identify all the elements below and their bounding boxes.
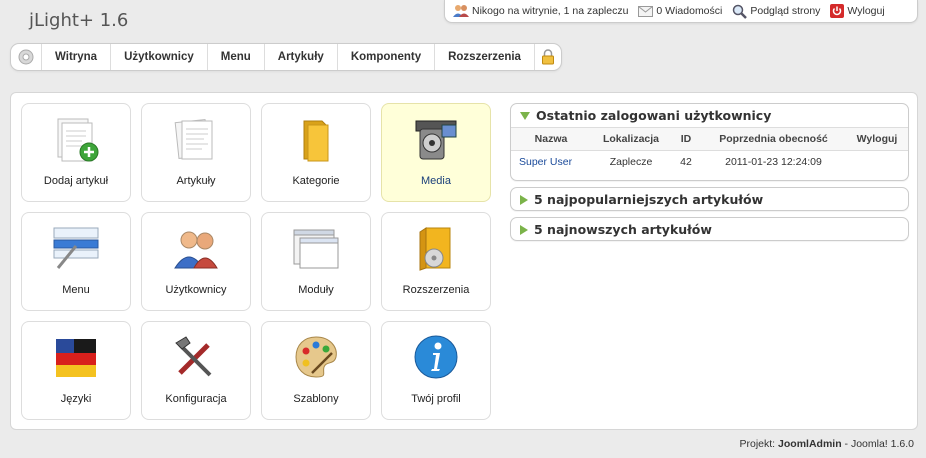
column-header: Lokalizacja [591, 127, 671, 151]
footer-brand: JoomlAdmin [778, 438, 842, 450]
tile-label: Menu [62, 284, 90, 296]
triangle-right-icon [520, 194, 528, 205]
user-last-visit: 2011-01-23 12:24:09 [725, 156, 822, 169]
tile-label: Artykuły [176, 175, 216, 187]
tile-profile[interactable]: Twój profil [381, 321, 491, 420]
tile-label: Dodaj artykuł [43, 175, 109, 187]
tile-label: Twój profil [411, 393, 461, 405]
footer-suffix: - Joomla! 1.6.0 [844, 438, 914, 450]
tile-categories[interactable]: Kategorie [261, 103, 371, 202]
menu-item-komponenty[interactable]: Komponenty [338, 44, 436, 70]
menu-icon [50, 222, 102, 274]
main-menu-bar: Witryna Użytkownicy Menu Artykuły Kompon… [10, 43, 562, 71]
menu-item-uzytkownicy[interactable]: Użytkownicy [111, 44, 208, 70]
control-panel: Dodaj artykuł Artykuły Kategorie Media M… [10, 92, 918, 430]
tile-label: Użytkownicy [165, 284, 227, 296]
column-header: ID [671, 127, 701, 151]
tile-label: Kategorie [292, 175, 340, 187]
logged-users-module: Ostatnio zalogowani użytkownicy Nazwa Lo… [510, 103, 909, 181]
modules-icon [290, 222, 342, 274]
module-title: Ostatnio zalogowani użytkownicy [536, 108, 772, 123]
triangle-right-icon [520, 224, 528, 235]
users-icon [453, 5, 469, 17]
tile-configuration[interactable]: Konfiguracja [141, 321, 251, 420]
tile-label: Moduły [298, 284, 334, 296]
messages-link[interactable]: 0 Wiadomości [638, 5, 722, 17]
table-row: Super User Zaplecze 42 2011-01-23 12:24:… [511, 151, 908, 174]
menu-lock-cell[interactable] [535, 44, 561, 70]
magnifier-icon [733, 4, 748, 19]
tile-media[interactable]: Media [381, 103, 491, 202]
tile-menu[interactable]: Menu [21, 212, 131, 311]
tile-templates[interactable]: Szablony [261, 321, 371, 420]
tile-languages[interactable]: Języki [21, 321, 131, 420]
tile-modules[interactable]: Moduły [261, 212, 371, 311]
tile-extensions[interactable]: Rozszerzenia [381, 212, 491, 311]
power-icon [830, 4, 845, 18]
logout-text: Wyloguj [847, 5, 885, 17]
app-title: jLight+ 1.6 [29, 10, 129, 31]
tile-label: Szablony [293, 393, 339, 405]
menu-item-artykuly[interactable]: Artykuły [265, 44, 338, 70]
logged-users-header[interactable]: Ostatnio zalogowani użytkownicy [511, 104, 908, 127]
media-icon [410, 113, 462, 165]
language-flag-icon [50, 331, 102, 383]
extensions-icon [410, 222, 462, 274]
module-title: 5 najnowszych artykułów [534, 222, 712, 237]
footer: Projekt: JoomlAdmin - Joomla! 1.6.0 [740, 438, 915, 450]
tile-label: Konfiguracja [165, 393, 227, 405]
user-location: Zaplecze [609, 156, 653, 169]
folder-icon [290, 113, 342, 165]
logout-link[interactable]: Wyloguj [830, 4, 885, 18]
articles-icon [170, 113, 222, 165]
tile-label: Media [421, 175, 451, 187]
menu-item-menu[interactable]: Menu [208, 44, 265, 70]
column-header: Nazwa [511, 127, 591, 151]
popular-articles-module: 5 najpopularniejszych artykułów [510, 187, 909, 211]
add-article-icon [50, 113, 102, 165]
gear-icon [18, 49, 34, 65]
menu-home-cell[interactable] [11, 44, 42, 70]
footer-prefix: Projekt: [739, 438, 776, 450]
menu-item-witryna[interactable]: Witryna [42, 44, 112, 70]
table-header-row: Nazwa Lokalizacja ID Poprzednia obecność… [511, 127, 908, 151]
tile-label: Języki [60, 393, 92, 405]
column-header: Poprzednia obecność [701, 127, 846, 151]
tile-users[interactable]: Użytkownicy [141, 212, 251, 311]
user-id: 42 [680, 156, 692, 169]
info-icon [410, 331, 462, 383]
preview-link[interactable]: Podgląd strony [732, 4, 820, 19]
tools-icon [170, 331, 222, 383]
tile-add-article[interactable]: Dodaj artykuł [21, 103, 131, 202]
envelope-icon [638, 5, 654, 17]
palette-icon [290, 331, 342, 383]
users-icon [170, 222, 222, 274]
lock-icon [541, 49, 554, 65]
latest-articles-header[interactable]: 5 najnowszych artykułów [511, 218, 908, 241]
triangle-down-icon [520, 111, 530, 120]
users-online-text: Nikogo na witrynie, 1 na zapleczu [472, 5, 629, 17]
tile-label: Rozszerzenia [402, 284, 470, 296]
user-logout-cell[interactable] [846, 151, 908, 174]
popular-articles-header[interactable]: 5 najpopularniejszych artykułów [511, 188, 908, 211]
preview-text: Podgląd strony [750, 5, 821, 17]
logged-users-table: Nazwa Lokalizacja ID Poprzednia obecność… [511, 127, 908, 174]
status-bar: Nikogo na witrynie, 1 na zapleczu 0 Wiad… [444, 0, 918, 23]
messages-text: 0 Wiadomości [656, 5, 723, 17]
module-title: 5 najpopularniejszych artykułów [534, 192, 764, 207]
tile-articles[interactable]: Artykuły [141, 103, 251, 202]
users-online-status: Nikogo na witrynie, 1 na zapleczu [453, 4, 628, 18]
column-header: Wyloguj [846, 127, 908, 151]
user-name-link[interactable]: Super User [511, 151, 591, 174]
latest-articles-module: 5 najnowszych artykułów [510, 217, 909, 241]
menu-item-rozszerzenia[interactable]: Rozszerzenia [435, 44, 535, 70]
